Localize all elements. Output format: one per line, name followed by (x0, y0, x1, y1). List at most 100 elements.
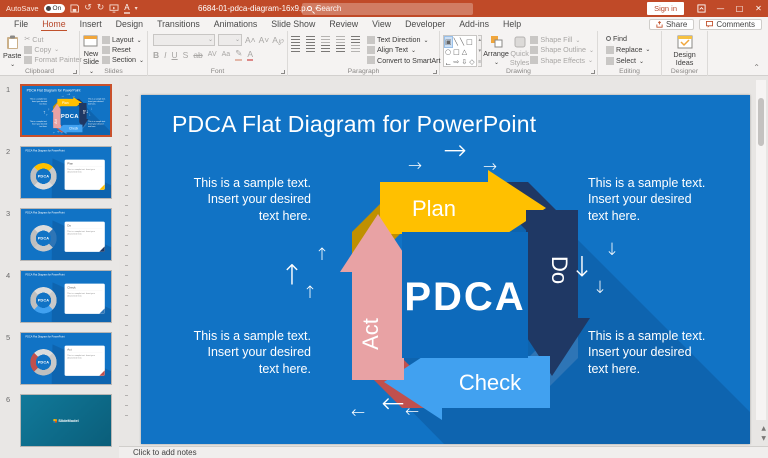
autosave-toggle[interactable]: On (44, 4, 66, 13)
character-spacing-button[interactable]: AV (208, 51, 217, 58)
sample-text-bottom-right[interactable]: This is a sample text.Insert your desire… (88, 120, 107, 127)
undo-icon[interactable]: ↺ (84, 4, 92, 13)
font-color-icon[interactable]: A (124, 4, 129, 14)
ribbon-display-options-icon[interactable] (692, 0, 711, 17)
redo-icon[interactable]: ↻ (97, 4, 105, 13)
underline-button[interactable]: U (172, 50, 178, 60)
section-button[interactable]: Section (102, 56, 144, 65)
design-ideas-button[interactable]: Design Ideas (665, 33, 704, 67)
thumbnail-slide-4[interactable]: 4 PDCA Flat Diagram for PowerPoint PDCA … (20, 270, 112, 323)
layout-button[interactable]: Layout (102, 36, 144, 45)
highlight-button[interactable]: ✎ (235, 48, 242, 61)
increase-font-button[interactable]: A˄ (245, 35, 256, 45)
search-input[interactable] (316, 4, 468, 13)
sample-text-top-left[interactable]: This is a sample text.Insert your desire… (29, 98, 47, 105)
search-box[interactable] (302, 3, 473, 15)
clipboard-dialog-launcher-icon[interactable] (73, 70, 77, 74)
comments-button[interactable]: Comments (699, 19, 762, 30)
font-dialog-launcher-icon[interactable] (281, 70, 285, 74)
start-presentation-icon[interactable] (109, 4, 119, 13)
bullets-icon[interactable] (291, 36, 300, 43)
clear-formatting-button[interactable]: A℘ (272, 35, 284, 46)
align-left-icon[interactable] (291, 45, 300, 52)
sample-text-bottom-left[interactable]: This is a sample text.Insert your desire… (29, 120, 47, 127)
slide[interactable]: PDCA Flat Diagram for PowerPoint Plan (141, 95, 750, 444)
text-direction-button[interactable]: Text Direction (367, 36, 449, 45)
align-text-button[interactable]: Align Text (367, 46, 449, 55)
tab-review[interactable]: Review (322, 17, 365, 32)
tab-design[interactable]: Design (109, 17, 150, 32)
notes-placeholder[interactable]: Click to add notes (133, 448, 197, 457)
quick-styles-button[interactable]: Quick Styles (510, 33, 530, 67)
font-name-select[interactable] (153, 34, 215, 46)
columns-icon[interactable] (351, 45, 360, 52)
scrollbar-thumb[interactable] (758, 98, 764, 146)
sample-text-bottom-right[interactable]: This is a sample text.Insert your desire… (588, 328, 718, 377)
tab-help[interactable]: Help (496, 17, 528, 32)
shapes-gallery[interactable]: ▣╲╲□○□△ᆫ⇨⇩◇☆⌒{}✩ (443, 35, 477, 67)
tab-add-ins[interactable]: Add-ins (452, 17, 496, 32)
thumbnail-slide-6[interactable]: 6 SlideModel (20, 394, 112, 447)
font-color-button[interactable]: A (247, 49, 253, 61)
shape-outline-button[interactable]: Shape Outline (530, 46, 594, 55)
thumbnail-slide-3[interactable]: 3 PDCA Flat Diagram for PowerPoint PDCA … (20, 208, 112, 261)
paragraph-dialog-launcher-icon[interactable] (433, 70, 437, 74)
slide-title[interactable]: PDCA Flat Diagram for PowerPoint (27, 88, 81, 92)
thumbnail-slide-2[interactable]: 2 PDCA Flat Diagram for PowerPoint PDCA … (20, 146, 112, 199)
tab-slide-show[interactable]: Slide Show (264, 17, 322, 32)
thumbnail-slide-1[interactable]: 1 PDCA Flat Diagram for PowerPoint (20, 84, 112, 137)
tab-file[interactable]: File (7, 17, 35, 32)
tab-view[interactable]: View (365, 17, 398, 32)
drawing-dialog-launcher-icon[interactable] (591, 70, 595, 74)
maximize-button[interactable]: □ (730, 0, 749, 17)
slide-thumbnail-panel[interactable]: 1 PDCA Flat Diagram for PowerPoint (0, 76, 119, 458)
pdca-diagram[interactable]: Plan Do Check Act PDCA (340, 170, 590, 420)
qat-more-icon[interactable]: ▾ (135, 6, 138, 12)
next-slide-button[interactable]: ▼ (761, 435, 766, 442)
align-center-icon[interactable] (306, 45, 315, 52)
paste-button[interactable]: Paste (3, 33, 21, 67)
select-button[interactable]: Select (606, 57, 661, 66)
copy-button[interactable]: Copy (24, 45, 82, 54)
slide[interactable]: PDCA Flat Diagram for PowerPoint Plan (22, 86, 112, 137)
close-button[interactable]: ✕ (749, 0, 768, 17)
text-shadow-button[interactable]: S (183, 50, 189, 60)
convert-smartart-button[interactable]: Convert to SmartArt (367, 56, 449, 65)
vertical-scrollbar[interactable] (756, 80, 766, 420)
decrease-font-button[interactable]: A˅ (259, 35, 270, 45)
bold-button[interactable]: B (153, 50, 159, 60)
sample-text-top-right[interactable]: This is a sample text.Insert your desire… (588, 175, 718, 224)
share-button[interactable]: Share (649, 19, 694, 30)
find-button[interactable]: Find (606, 35, 661, 43)
format-painter-button[interactable]: Format Painter (24, 56, 82, 64)
tab-home[interactable]: Home (35, 17, 72, 32)
new-slide-button[interactable]: New Slide (83, 33, 99, 67)
document-title[interactable]: 6684-01-pdca-diagram-16x9.p...▾ (198, 0, 318, 17)
increase-indent-icon[interactable] (336, 36, 345, 43)
font-size-select[interactable] (218, 34, 242, 46)
align-right-icon[interactable] (321, 45, 330, 52)
tab-developer[interactable]: Developer (398, 17, 452, 32)
numbering-icon[interactable] (306, 36, 315, 43)
tab-animations[interactable]: Animations (207, 17, 265, 32)
sample-text-bottom-left[interactable]: This is a sample text.Insert your desire… (191, 328, 311, 377)
justify-icon[interactable] (336, 45, 345, 52)
change-case-button[interactable]: Aa (222, 51, 231, 58)
arrange-button[interactable]: Arrange (483, 33, 509, 67)
thumbnail-slide-5[interactable]: 5 PDCA Flat Diagram for PowerPoint PDCA … (20, 332, 112, 385)
replace-button[interactable]: Replace (606, 45, 661, 54)
slide-title[interactable]: PDCA Flat Diagram for PowerPoint (172, 111, 536, 138)
reset-button[interactable]: Reset (102, 46, 144, 54)
gallery-scroll[interactable]: ▴▾≡ (478, 35, 482, 67)
decrease-indent-icon[interactable] (321, 36, 330, 43)
sample-text-top-right[interactable]: This is a sample text.Insert your desire… (88, 98, 107, 105)
tab-transitions[interactable]: Transitions (150, 17, 207, 32)
shape-fill-button[interactable]: Shape Fill (530, 36, 594, 45)
cut-button[interactable]: ✂Cut (24, 36, 82, 44)
shape-effects-button[interactable]: Shape Effects (530, 56, 594, 65)
italic-button[interactable]: I (164, 50, 166, 60)
notes-bar[interactable]: Click to add notes (119, 446, 768, 458)
tab-insert[interactable]: Insert (73, 17, 109, 32)
line-spacing-icon[interactable] (351, 36, 360, 43)
sign-in-button[interactable]: Sign in (647, 2, 684, 15)
